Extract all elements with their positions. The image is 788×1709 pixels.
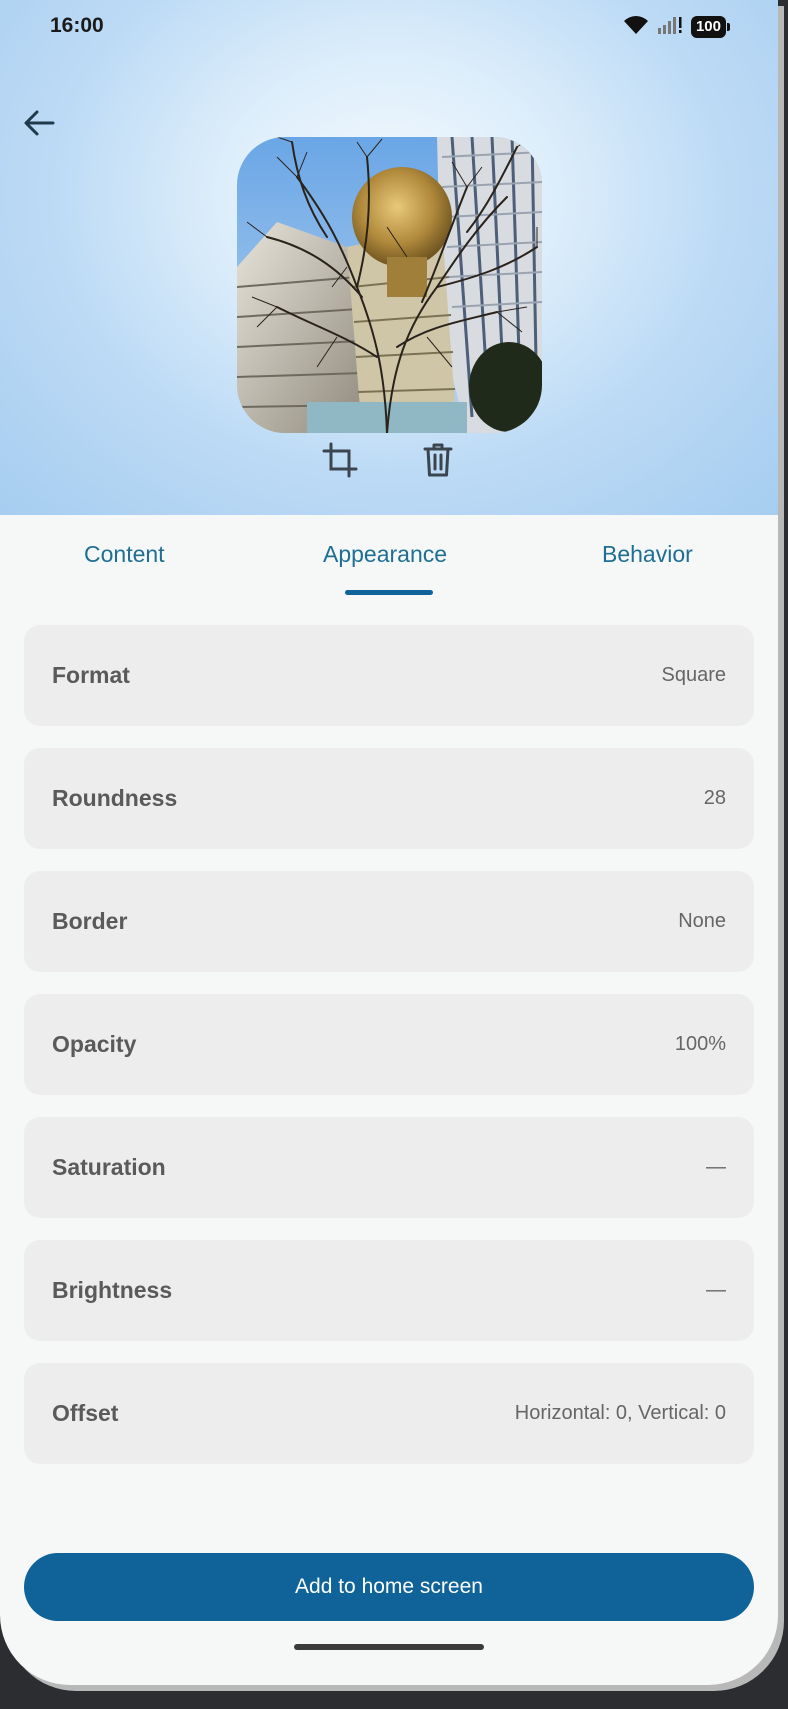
crop-button[interactable] [316,436,364,484]
back-button[interactable] [18,102,60,144]
list-fade-overlay [0,1460,778,1540]
signal-icon [657,15,683,40]
arrow-left-icon [24,110,55,136]
home-gesture-bar[interactable] [294,1644,484,1650]
setting-value: None [678,910,726,932]
tab-appearance[interactable]: Appearance [323,541,447,568]
setting-value: 28 [703,787,726,809]
battery-indicator: 100 [690,16,731,38]
settings-tabs: Content Appearance Behavior [0,515,778,599]
setting-label: Opacity [52,1031,137,1057]
appearance-settings-list: Format Square Roundness 28 Border None O… [24,625,754,1486]
crop-icon [322,442,358,478]
phone-screen: 16:00 100 Content Appearance Behavior Fo… [0,0,778,1685]
setting-label: Border [52,908,128,934]
status-time: 16:00 [50,14,104,37]
add-to-home-screen-button[interactable]: Add to home screen [24,1553,754,1621]
setting-label: Offset [52,1400,119,1426]
setting-saturation[interactable]: Saturation — [24,1117,754,1218]
widget-photo-preview[interactable] [237,137,542,433]
delete-button[interactable] [414,436,462,484]
setting-brightness[interactable]: Brightness — [24,1240,754,1341]
setting-opacity[interactable]: Opacity 100% [24,994,754,1095]
setting-border[interactable]: Border None [24,871,754,972]
tab-behavior[interactable]: Behavior [602,541,693,568]
building-photo [237,137,542,433]
setting-label: Roundness [52,785,178,811]
setting-label: Saturation [52,1154,166,1180]
setting-value: 100% [674,1033,726,1055]
trash-icon [423,443,453,477]
status-icons: 100 [623,14,731,41]
setting-roundness[interactable]: Roundness 28 [24,748,754,849]
active-tab-indicator [345,590,433,595]
widget-preview-header: 16:00 100 [0,0,778,515]
setting-value: — [706,1156,726,1178]
setting-label: Brightness [52,1277,173,1303]
setting-format[interactable]: Format Square [24,625,754,726]
setting-offset[interactable]: Offset Horizontal: 0, Vertical: 0 [24,1363,754,1464]
wifi-icon [623,14,649,41]
tab-content[interactable]: Content [84,541,165,568]
setting-value: Square [661,664,727,686]
setting-label: Format [52,662,130,688]
setting-value: Horizontal: 0, Vertical: 0 [514,1402,726,1424]
setting-value: — [706,1279,726,1301]
